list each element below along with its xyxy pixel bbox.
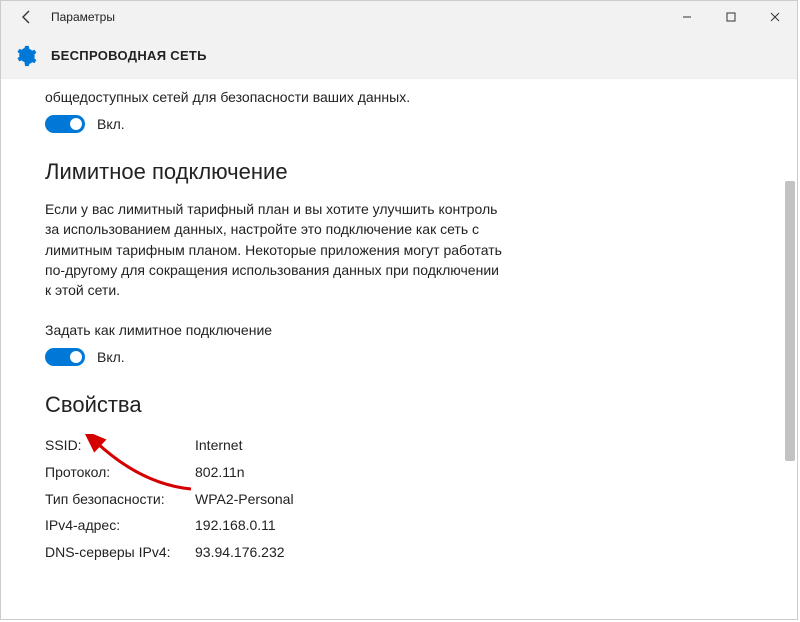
properties-heading: Свойства (45, 392, 797, 418)
titlebar: Параметры (1, 1, 797, 33)
metered-toggle-label: Вкл. (97, 349, 125, 365)
minimize-icon (682, 12, 692, 22)
metered-toggle-caption: Задать как лимитное подключение (45, 322, 797, 338)
minimize-button[interactable] (665, 1, 709, 33)
metered-connection-toggle[interactable] (45, 348, 85, 366)
prop-key-security: Тип безопасности: (45, 486, 195, 513)
prop-key-ssid: SSID: (45, 432, 195, 459)
metered-description: Если у вас лимитный тарифный план и вы х… (45, 199, 505, 300)
property-row: IPv4-адрес: 192.168.0.11 (45, 512, 797, 539)
prop-key-dns: DNS-серверы IPv4: (45, 539, 195, 566)
metered-heading: Лимитное подключение (45, 159, 797, 185)
back-arrow-icon (19, 9, 35, 25)
metered-toggle-row: Вкл. (45, 348, 797, 366)
properties-table: SSID: Internet Протокол: 802.11n Тип без… (45, 432, 797, 565)
property-row: Тип безопасности: WPA2-Personal (45, 486, 797, 513)
prop-val-ssid: Internet (195, 432, 242, 459)
close-button[interactable] (753, 1, 797, 33)
back-button[interactable] (9, 1, 45, 33)
property-row: DNS-серверы IPv4: 93.94.176.232 (45, 539, 797, 566)
maximize-icon (726, 12, 736, 22)
public-toggle-row: Вкл. (45, 115, 797, 133)
property-row: SSID: Internet (45, 432, 797, 459)
public-network-toggle[interactable] (45, 115, 85, 133)
prop-val-protocol: 802.11n (195, 459, 245, 486)
window-controls (665, 1, 797, 33)
maximize-button[interactable] (709, 1, 753, 33)
scrollbar-thumb[interactable] (785, 181, 795, 461)
prop-key-protocol: Протокол: (45, 459, 195, 486)
gear-icon (15, 45, 37, 67)
content-area: общедоступных сетей для безопасности ваш… (1, 79, 797, 619)
public-toggle-label: Вкл. (97, 116, 125, 132)
prop-val-dns: 93.94.176.232 (195, 539, 285, 566)
page-header: БЕСПРОВОДНАЯ СЕТЬ (1, 33, 797, 79)
prop-val-security: WPA2-Personal (195, 486, 294, 513)
public-network-text-tail: общедоступных сетей для безопасности ваш… (45, 79, 797, 105)
page-title: БЕСПРОВОДНАЯ СЕТЬ (51, 48, 207, 63)
prop-key-ipv4: IPv4-адрес: (45, 512, 195, 539)
close-icon (770, 12, 780, 22)
prop-val-ipv4: 192.168.0.11 (195, 512, 276, 539)
window-title: Параметры (51, 10, 115, 24)
property-row: Протокол: 802.11n (45, 459, 797, 486)
settings-window: Параметры БЕСПРОВОДНАЯ СЕТЬ общедоступны… (0, 0, 798, 620)
